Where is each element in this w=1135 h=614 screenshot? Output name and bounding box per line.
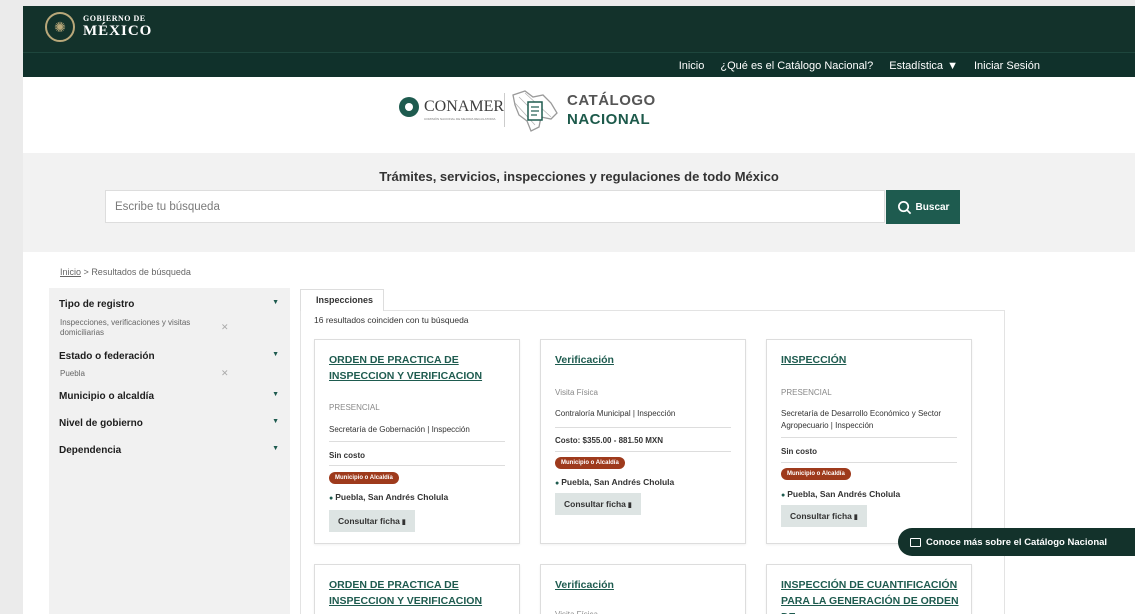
caret-down-icon: ▼ [272,418,279,425]
location-pin-icon: ● [555,480,560,487]
search-input[interactable] [105,190,885,223]
card-location: ● Puebla, San Andrés Cholula [555,477,675,487]
conamer-subtitle: COMISIÓN NACIONAL DE MEJORA REGULATORIA [424,117,496,121]
government-level-badge: Municipio o Alcaldía [329,472,399,484]
caret-down-icon: ▼ [272,351,279,358]
breadcrumb-current: Resultados de búsqueda [91,267,191,277]
nav-item-iniciar-sesion[interactable]: Iniciar Sesión [974,60,1040,72]
card-title-link[interactable]: ORDEN DE PRACTICA DE INSPECCION Y VERIFI… [329,578,509,610]
search-icon [897,200,911,214]
card-title-link[interactable]: INSPECCIÓN [781,353,961,369]
divider [781,462,957,463]
result-card: ORDEN DE PRACTICA DE INSPECCION Y VERIFI… [314,564,520,614]
remove-chip-icon[interactable]: ✕ [221,368,229,379]
breadcrumb: Inicio > Resultados de búsqueda [60,267,191,277]
result-card: INSPECCIÓN DE CUANTIFICACIÓN PARA LA GEN… [766,564,972,614]
catalogo-nacional-logo[interactable]: CATÁLOGO NACIONAL [567,93,656,128]
card-dependency: Secretaría de Desarrollo Económico y Sec… [781,409,942,430]
tab-inspecciones[interactable]: Inspecciones [300,289,384,311]
card-type: PRESENCIAL [781,388,832,397]
card-location: ● Puebla, San Andrés Cholula [781,489,901,499]
brand-band: CONAMER COMISIÓN NACIONAL DE MEJORA REGU… [23,77,1135,153]
nav-item-estadistica[interactable]: Estadística ▼ [889,60,958,72]
document-icon: ▮ [853,514,858,521]
caret-down-icon: ▼ [272,391,279,398]
result-card: Verificación Visita Física Contraloría M… [540,339,746,544]
conamer-logo[interactable]: CONAMER [399,97,504,117]
conamer-mark-icon [399,97,419,117]
main-nav: Inicio ¿Qué es el Catálogo Nacional? Est… [23,52,1135,78]
divider [781,437,957,438]
gov-logo-big-text: MÉXICO [83,23,153,39]
breadcrumb-separator: > [83,267,89,277]
consultar-ficha-button[interactable]: Consultar ficha ▮ [555,493,641,515]
gov-logo[interactable]: ✺ GOBIERNO DE MÉXICO [45,12,152,42]
remove-chip-icon[interactable]: ✕ [221,322,229,333]
logo-divider [504,93,505,127]
nav-item-que-es[interactable]: ¿Qué es el Catálogo Nacional? [720,60,873,72]
breadcrumb-home-link[interactable]: Inicio [60,267,81,277]
nav-item-inicio[interactable]: Inicio [679,60,705,72]
card-type: Visita Física [555,610,598,614]
card-cost: Sin costo [781,447,818,456]
government-level-badge: Municipio o Alcaldía [781,468,851,480]
results-count: 16 resultados coinciden con tu búsqueda [314,315,469,325]
filter-chip-tipo-registro: Inspecciones, verificaciones y visitas d… [60,318,191,337]
consultar-ficha-button[interactable]: Consultar ficha ▮ [781,505,867,527]
filter-chip-estado: Puebla [60,369,85,378]
divider [329,465,505,466]
consultar-ficha-button[interactable]: Consultar ficha ▮ [329,510,415,532]
browser-viewport: ✺ GOBIERNO DE MÉXICO Inicio ¿Qué es el C… [23,6,1135,614]
location-pin-icon: ● [781,492,786,499]
location-pin-icon: ● [329,495,334,502]
card-dependency: Contraloría Municipal | Inspección [555,409,676,418]
gov-logo-small-text: GOBIERNO DE [83,14,146,23]
divider [329,441,505,442]
card-location: ● Puebla, San Andrés Cholula [329,492,449,502]
card-cost: Costo: $355.00 - 881.50 MXN [555,436,664,445]
caret-down-icon: ▼ [272,445,279,452]
result-card: Verificación Visita Física [540,564,746,614]
catalog-map-icon [512,90,558,132]
document-icon: ▮ [401,519,406,526]
card-title-link[interactable]: Verificación [555,578,735,594]
government-level-badge: Municipio o Alcaldía [555,457,625,469]
result-card: INSPECCIÓN PRESENCIAL Secretaría de Desa… [766,339,972,544]
caret-down-icon: ▼ [272,299,279,306]
card-cost: Sin costo [329,451,366,460]
card-title-link[interactable]: INSPECCIÓN DE CUANTIFICACIÓN PARA LA GEN… [781,578,961,614]
card-dependency: Secretaría de Gobernación | Inspección [329,425,470,434]
filter-sidebar: Tipo de registro ▼ Inspecciones, verific… [49,288,290,614]
divider [555,451,731,452]
document-icon: ▮ [627,502,632,509]
chevron-down-icon: ▼ [947,59,958,72]
conoce-mas-button[interactable]: Conoce más sobre el Catálogo Nacional [898,528,1135,556]
gov-header: ✺ GOBIERNO DE MÉXICO [23,6,1135,52]
search-headline: Trámites, servicios, inspecciones y regu… [379,169,779,184]
chat-icon [910,537,921,547]
divider [555,427,731,428]
card-title-link[interactable]: ORDEN DE PRACTICA DE INSPECCION Y VERIFI… [329,353,509,385]
search-section: Trámites, servicios, inspecciones y regu… [23,153,1135,252]
national-seal-icon: ✺ [45,12,75,42]
card-type: PRESENCIAL [329,403,380,412]
search-button[interactable]: Buscar [886,190,960,224]
card-type: Visita Física [555,388,598,397]
result-card: ORDEN DE PRACTICA DE INSPECCION Y VERIFI… [314,339,520,544]
card-title-link[interactable]: Verificación [555,353,735,369]
